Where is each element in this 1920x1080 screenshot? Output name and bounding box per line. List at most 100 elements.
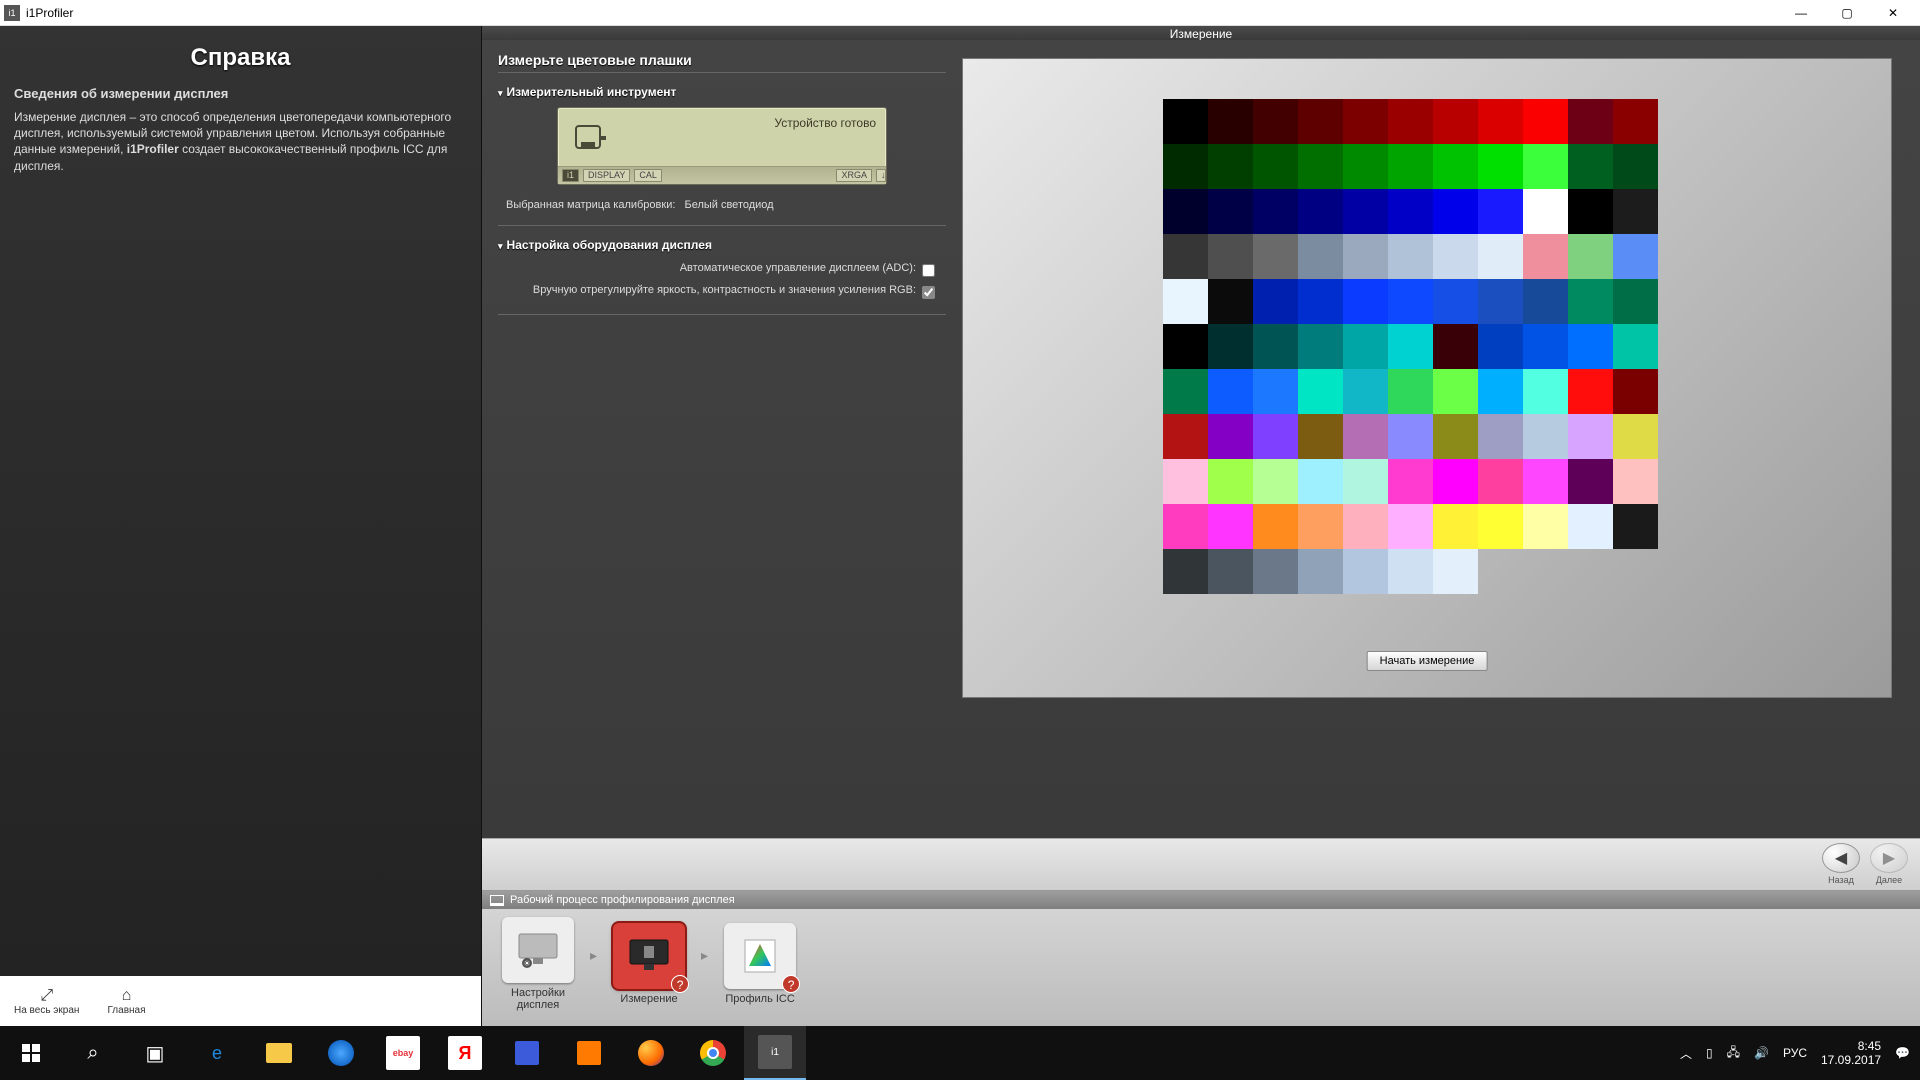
taskbar-i1profiler[interactable]: i1 bbox=[744, 1026, 806, 1080]
color-patch bbox=[1613, 189, 1658, 234]
option-adc-row: Автоматическое управление дисплеем (ADC)… bbox=[498, 260, 946, 282]
taskbar-edge[interactable]: e bbox=[186, 1026, 248, 1080]
color-patch bbox=[1343, 144, 1388, 189]
color-patch bbox=[1388, 369, 1433, 414]
taskview-button[interactable]: ▣ bbox=[124, 1026, 186, 1080]
maximize-button[interactable]: ▢ bbox=[1824, 0, 1870, 26]
color-patch bbox=[1298, 189, 1343, 234]
workspace: Измерение Измерьте цветовые плашки Измер… bbox=[482, 26, 1920, 1026]
tray-volume-icon[interactable]: 🔊 bbox=[1754, 1046, 1769, 1060]
nav-area: ◀ Назад ▶ Далее bbox=[482, 838, 1920, 890]
color-patch bbox=[1433, 99, 1478, 144]
option-adc-checkbox[interactable] bbox=[922, 264, 935, 277]
taskbar-save[interactable] bbox=[496, 1026, 558, 1080]
fullscreen-button[interactable]: ⤢ На весь экран bbox=[0, 983, 93, 1020]
color-patch bbox=[1343, 189, 1388, 234]
color-patch bbox=[1298, 369, 1343, 414]
taskview-icon: ▣ bbox=[146, 1041, 165, 1066]
workflow-step2-icon: ? bbox=[613, 923, 685, 989]
device-footer: i1 DISPLAY CAL XRGA ↓ bbox=[558, 166, 886, 184]
color-patch bbox=[1388, 144, 1433, 189]
tray-language[interactable]: РУС bbox=[1783, 1046, 1807, 1060]
color-patch bbox=[1388, 279, 1433, 324]
color-patch bbox=[1253, 324, 1298, 369]
color-patch bbox=[1523, 189, 1568, 234]
color-patch bbox=[1343, 234, 1388, 279]
color-patch bbox=[1613, 144, 1658, 189]
taskbar-ebay[interactable]: ebay bbox=[372, 1026, 434, 1080]
taskbar-firefox[interactable] bbox=[620, 1026, 682, 1080]
workflow-step1-icon: ☀ bbox=[502, 917, 574, 983]
svg-text:☀: ☀ bbox=[523, 959, 530, 968]
device-tag-display: DISPLAY bbox=[583, 169, 630, 182]
device-status-box: Устройство готово i1 DISPLAY CAL XRGA ↓ bbox=[557, 107, 887, 185]
color-patch bbox=[1163, 414, 1208, 459]
search-button[interactable]: ⌕ bbox=[62, 1026, 124, 1080]
tray-battery-icon[interactable]: ▯ bbox=[1706, 1046, 1713, 1060]
close-button[interactable]: ✕ bbox=[1870, 0, 1916, 26]
nav-back-button[interactable]: ◀ bbox=[1822, 843, 1860, 873]
help-bottom-bar: ⤢ На весь экран ⌂ Главная bbox=[0, 976, 481, 1026]
device-status-text: Устройство готово bbox=[774, 116, 876, 130]
fullscreen-icon: ⤢ bbox=[14, 987, 79, 1005]
start-button[interactable] bbox=[0, 1026, 62, 1080]
section-instrument-header[interactable]: Измерительный инструмент bbox=[498, 85, 946, 99]
color-patch bbox=[1523, 414, 1568, 459]
color-patch-grid bbox=[1163, 99, 1661, 594]
device-tag-arrow: ↓ bbox=[876, 169, 886, 182]
option-manual-checkbox[interactable] bbox=[922, 286, 935, 299]
home-button[interactable]: ⌂ Главная bbox=[93, 983, 159, 1020]
taskbar-explorer[interactable] bbox=[248, 1026, 310, 1080]
color-patch bbox=[1523, 234, 1568, 279]
tray-clock[interactable]: 8:45 17.09.2017 bbox=[1821, 1039, 1881, 1068]
color-patch bbox=[1568, 459, 1613, 504]
color-patch bbox=[1163, 279, 1208, 324]
minimize-button[interactable]: — bbox=[1778, 0, 1824, 26]
color-patch bbox=[1343, 414, 1388, 459]
help-body: Измерение дисплея – это способ определен… bbox=[0, 109, 481, 174]
color-patch bbox=[1298, 459, 1343, 504]
section-hardware-header[interactable]: Настройка оборудования дисплея bbox=[498, 238, 946, 252]
color-patch bbox=[1253, 369, 1298, 414]
color-patch bbox=[1388, 414, 1433, 459]
color-patch bbox=[1253, 189, 1298, 234]
color-patch bbox=[1343, 369, 1388, 414]
color-patch bbox=[1613, 279, 1658, 324]
color-patch bbox=[1163, 189, 1208, 234]
workflow-step-measurement[interactable]: ? Измерение bbox=[605, 923, 693, 1005]
start-measurement-button[interactable]: Начать измерение bbox=[1367, 651, 1488, 671]
workflow-step-icc-profile[interactable]: ? Профиль ICC bbox=[716, 923, 804, 1005]
tray-chevron-up-icon[interactable]: ︿ bbox=[1680, 1045, 1692, 1062]
color-patch bbox=[1478, 144, 1523, 189]
workflow-title: Рабочий процесс профилирования дисплея bbox=[510, 894, 735, 906]
tray-network-icon[interactable]: 🖧 bbox=[1727, 1043, 1740, 1064]
color-patch bbox=[1613, 459, 1658, 504]
nav-next-button[interactable]: ▶ bbox=[1870, 843, 1908, 873]
taskbar-app-blue[interactable] bbox=[310, 1026, 372, 1080]
color-patch bbox=[1388, 459, 1433, 504]
taskbar-yandex[interactable]: Я bbox=[434, 1026, 496, 1080]
color-patch bbox=[1613, 504, 1658, 549]
color-patch bbox=[1253, 144, 1298, 189]
tray-notifications-icon[interactable]: 💬 bbox=[1895, 1046, 1910, 1060]
help-subtitle: Сведения об измерении дисплея bbox=[0, 86, 481, 109]
home-icon: ⌂ bbox=[107, 987, 145, 1005]
color-patch bbox=[1163, 504, 1208, 549]
workflow-strip: Рабочий процесс профилирования дисплея ☀… bbox=[482, 890, 1920, 1026]
taskbar-chrome[interactable] bbox=[682, 1026, 744, 1080]
app-icon: i1 bbox=[4, 5, 20, 21]
color-patch bbox=[1163, 234, 1208, 279]
workflow-title-bar: Рабочий процесс профилирования дисплея bbox=[482, 891, 1920, 909]
color-patch bbox=[1388, 189, 1433, 234]
color-patch bbox=[1298, 549, 1343, 594]
color-patch bbox=[1433, 324, 1478, 369]
color-patch bbox=[1208, 99, 1253, 144]
taskbar-app-orange[interactable] bbox=[558, 1026, 620, 1080]
color-patch bbox=[1163, 324, 1208, 369]
color-patch bbox=[1433, 414, 1478, 459]
workflow-step-display-settings[interactable]: ☀ Настройки дисплея bbox=[494, 917, 582, 1011]
device-icon bbox=[570, 116, 610, 156]
color-patch bbox=[1343, 99, 1388, 144]
monitor-icon bbox=[490, 895, 504, 906]
color-patch bbox=[1208, 369, 1253, 414]
